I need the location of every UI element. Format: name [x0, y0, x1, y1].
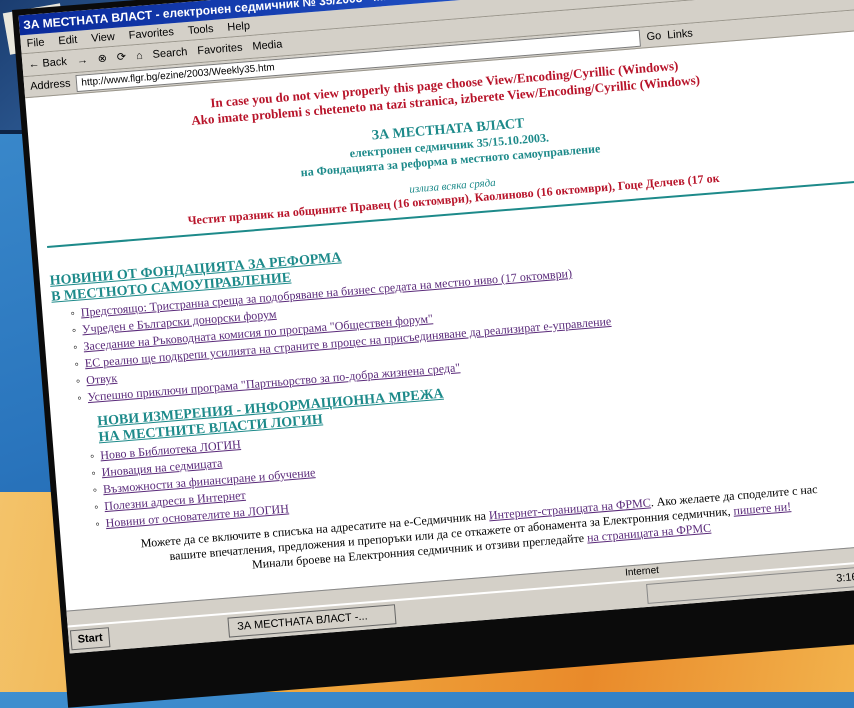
media-button[interactable]: Media: [252, 33, 284, 57]
browser-window: ЗА МЕСТНАТА ВЛАСТ - електронен седмичник…: [18, 0, 854, 654]
back-label: Back: [41, 55, 68, 70]
forward-icon[interactable]: →: [76, 49, 89, 72]
address-label: Address: [29, 77, 71, 93]
go-button[interactable]: Go: [646, 26, 662, 47]
zone-label: Internet: [624, 564, 660, 579]
menu-edit[interactable]: Edit: [58, 31, 78, 50]
start-button[interactable]: Start: [69, 627, 111, 651]
refresh-icon[interactable]: ⟳: [116, 46, 127, 69]
favorites-button[interactable]: Favorites: [197, 37, 244, 63]
monitor-screen: ЗА МЕСТНАТА ВЛАСТ - електронен седмичник…: [12, 0, 854, 708]
back-button[interactable]: ← Back: [28, 51, 68, 76]
news-link[interactable]: Отвук: [86, 371, 118, 387]
menu-file[interactable]: File: [26, 34, 45, 53]
search-button[interactable]: Search: [152, 41, 189, 66]
clock: 3:16 PM: [835, 569, 854, 585]
menu-tools[interactable]: Tools: [187, 20, 214, 40]
links-button[interactable]: Links: [666, 24, 694, 46]
home-icon[interactable]: ⌂: [135, 45, 144, 67]
menu-favorites[interactable]: Favorites: [128, 23, 175, 45]
page-content: In case you do not view properly this pa…: [25, 31, 854, 594]
menu-help[interactable]: Help: [227, 17, 251, 37]
stop-icon[interactable]: ⊗: [97, 48, 108, 71]
menu-view[interactable]: View: [91, 28, 116, 48]
